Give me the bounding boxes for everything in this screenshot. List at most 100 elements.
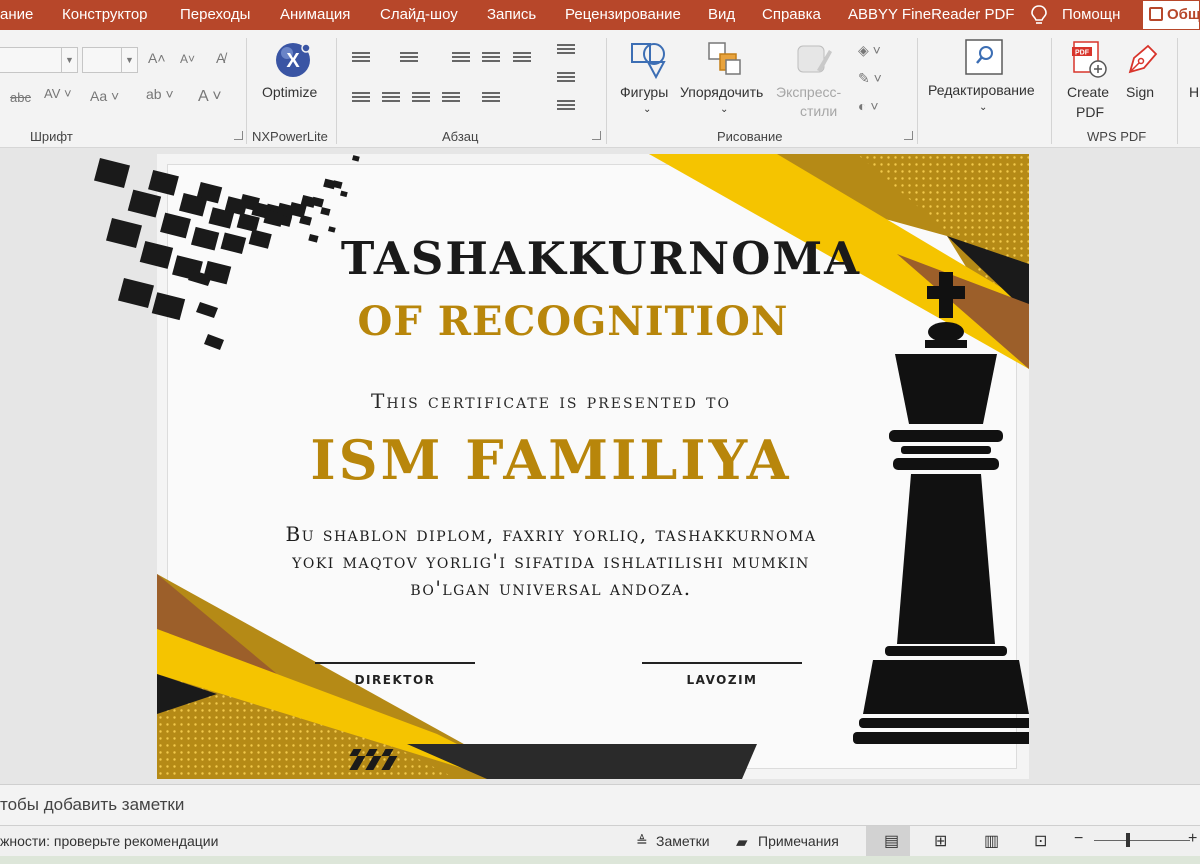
arrange-icon[interactable] <box>706 40 744 78</box>
checker-cell <box>248 229 272 249</box>
next-ribbon-button[interactable]: H <box>1189 83 1199 102</box>
zoom-in-icon[interactable]: + <box>1188 830 1197 848</box>
description-line: bo'lgan universal andoza. <box>410 576 692 600</box>
strikethrough-icon[interactable]: abc <box>10 90 31 105</box>
decrease-indent-icon[interactable] <box>452 52 470 66</box>
tab-review[interactable]: Рецензирование <box>565 0 681 30</box>
lightbulb-icon[interactable] <box>1030 4 1048 26</box>
justify-icon[interactable] <box>442 92 460 106</box>
quick-styles-button-line1[interactable]: Экспресс- <box>776 83 841 102</box>
find-icon[interactable] <box>964 38 1004 76</box>
increase-indent-icon[interactable] <box>482 52 500 66</box>
shape-fill-icon[interactable]: ◈ ˅ <box>858 42 881 59</box>
menu-bar: ание Конструктор Переходы Анимация Слайд… <box>0 0 1200 30</box>
certificate-description[interactable]: Bu shablon diplom, faxriy yorliq, tashak… <box>157 521 987 602</box>
drawing-dialog-launcher[interactable] <box>904 131 913 140</box>
create-pdf-icon[interactable]: PDF <box>1070 40 1110 80</box>
tab-help[interactable]: Справка <box>762 0 821 30</box>
notes-icon: ≜ <box>636 833 648 849</box>
tab-slides[interactable]: ание <box>0 0 33 30</box>
optimize-button[interactable]: Optimize <box>262 83 317 102</box>
recipient-name[interactable]: ISM FAMILIYA <box>157 428 987 492</box>
share-button[interactable]: Общ <box>1142 0 1200 30</box>
create-pdf-button-line1[interactable]: Create <box>1067 83 1109 102</box>
separator <box>606 38 607 144</box>
chevron-down-icon: ⌄ <box>979 102 988 113</box>
columns-icon[interactable] <box>482 92 500 106</box>
font-size-combo[interactable]: ▼ <box>82 47 138 73</box>
checker-cell <box>220 232 247 254</box>
sign-button[interactable]: Sign <box>1126 83 1154 102</box>
checker-cell <box>118 278 154 308</box>
notes-placeholder: тобы добавить заметки <box>0 795 185 814</box>
quick-styles-icon[interactable] <box>795 40 835 80</box>
quick-styles-button-line2[interactable]: стили <box>800 102 837 121</box>
slide-sorter-icon[interactable]: ⊞ <box>934 831 947 851</box>
checker-cell <box>204 334 224 350</box>
smartart-icon[interactable] <box>557 100 575 114</box>
reading-view-icon[interactable]: ▥ <box>984 831 999 851</box>
accessibility-status[interactable]: жности: проверьте рекомендации <box>0 833 218 849</box>
separator <box>1177 38 1178 144</box>
zoom-slider[interactable] <box>1094 840 1190 841</box>
wps-pdf-group-label: WPS PDF <box>1087 129 1147 144</box>
shape-effects-icon[interactable]: ◐ ˅ <box>858 98 879 114</box>
zoom-out-icon[interactable]: − <box>1074 830 1083 848</box>
shrink-font-icon[interactable]: A˅ <box>180 52 195 66</box>
svg-text:PDF: PDF <box>1075 50 1090 57</box>
tab-view[interactable]: Вид <box>708 0 735 30</box>
separator <box>1051 38 1052 144</box>
tab-animation[interactable]: Анимация <box>280 0 350 30</box>
chevron-down-icon: ▼ <box>121 48 137 72</box>
align-left-icon[interactable] <box>352 92 370 106</box>
char-spacing-icon[interactable]: AV ˅ <box>44 86 72 101</box>
font-name-combo[interactable]: ▼ <box>0 47 78 73</box>
status-bar: жности: проверьте рекомендации ≜ Заметки… <box>0 826 1200 856</box>
separator <box>336 38 337 144</box>
text-direction-icon[interactable] <box>557 44 575 58</box>
shape-outline-icon[interactable]: ✎ ˅ <box>858 70 882 87</box>
nxpowerlite-group-label: NXPowerLite <box>252 129 328 144</box>
slideshow-icon[interactable]: ⊡ <box>1034 831 1047 851</box>
numbering-icon[interactable] <box>400 52 418 66</box>
tab-abbyy[interactable]: ABBYY FineReader PDF <box>848 0 1014 30</box>
change-case-icon[interactable]: Aa ˅ <box>90 88 119 104</box>
font-color-icon[interactable]: A ˅ <box>198 88 222 106</box>
align-text-icon[interactable] <box>557 72 575 86</box>
tab-transitions[interactable]: Переходы <box>180 0 250 30</box>
presented-to-text[interactable]: This certificate is presented to <box>157 389 987 413</box>
normal-view-icon: ▤ <box>884 833 900 850</box>
tab-tell-me[interactable]: Помощн <box>1062 0 1120 30</box>
grow-font-icon[interactable]: A˄ <box>148 50 166 66</box>
create-pdf-button-line2[interactable]: PDF <box>1076 103 1104 122</box>
checker-cell <box>94 158 130 188</box>
tab-record[interactable]: Запись <box>487 0 536 30</box>
description-line: Bu shablon diplom, faxriy yorliq, tashak… <box>285 522 817 546</box>
signature-director[interactable]: DIREKTOR <box>315 662 475 687</box>
align-center-icon[interactable] <box>382 92 400 106</box>
comments-toggle[interactable]: Примечания <box>758 833 839 849</box>
line-spacing-icon[interactable] <box>513 52 531 66</box>
shapes-icon[interactable] <box>628 40 668 80</box>
description-line: yoki maqtov yorlig'i sifatida ishlatilis… <box>292 549 810 573</box>
checker-cell <box>139 240 174 269</box>
separator <box>917 38 918 144</box>
sign-icon[interactable] <box>1122 40 1162 80</box>
zoom-slider-thumb[interactable] <box>1126 833 1130 847</box>
svg-text:X: X <box>286 50 300 72</box>
paragraph-dialog-launcher[interactable] <box>592 131 601 140</box>
optimize-icon[interactable]: X <box>273 40 313 80</box>
tab-slideshow[interactable]: Слайд-шоу <box>380 0 458 30</box>
clear-format-icon[interactable]: A̸ <box>216 50 225 66</box>
checker-cell <box>196 302 218 318</box>
font-dialog-launcher[interactable] <box>234 131 243 140</box>
taskbar-edge <box>0 856 1200 864</box>
signature-position[interactable]: LAVOZIM <box>642 662 802 687</box>
notes-toggle[interactable]: Заметки <box>656 833 710 849</box>
align-right-icon[interactable] <box>412 92 430 106</box>
tab-design[interactable]: Конструктор <box>62 0 148 30</box>
checker-cell <box>160 212 191 239</box>
notes-pane[interactable]: тобы добавить заметки <box>0 784 1200 826</box>
bullets-icon[interactable] <box>352 52 370 66</box>
highlight-icon[interactable]: ab ˅ <box>146 86 174 102</box>
